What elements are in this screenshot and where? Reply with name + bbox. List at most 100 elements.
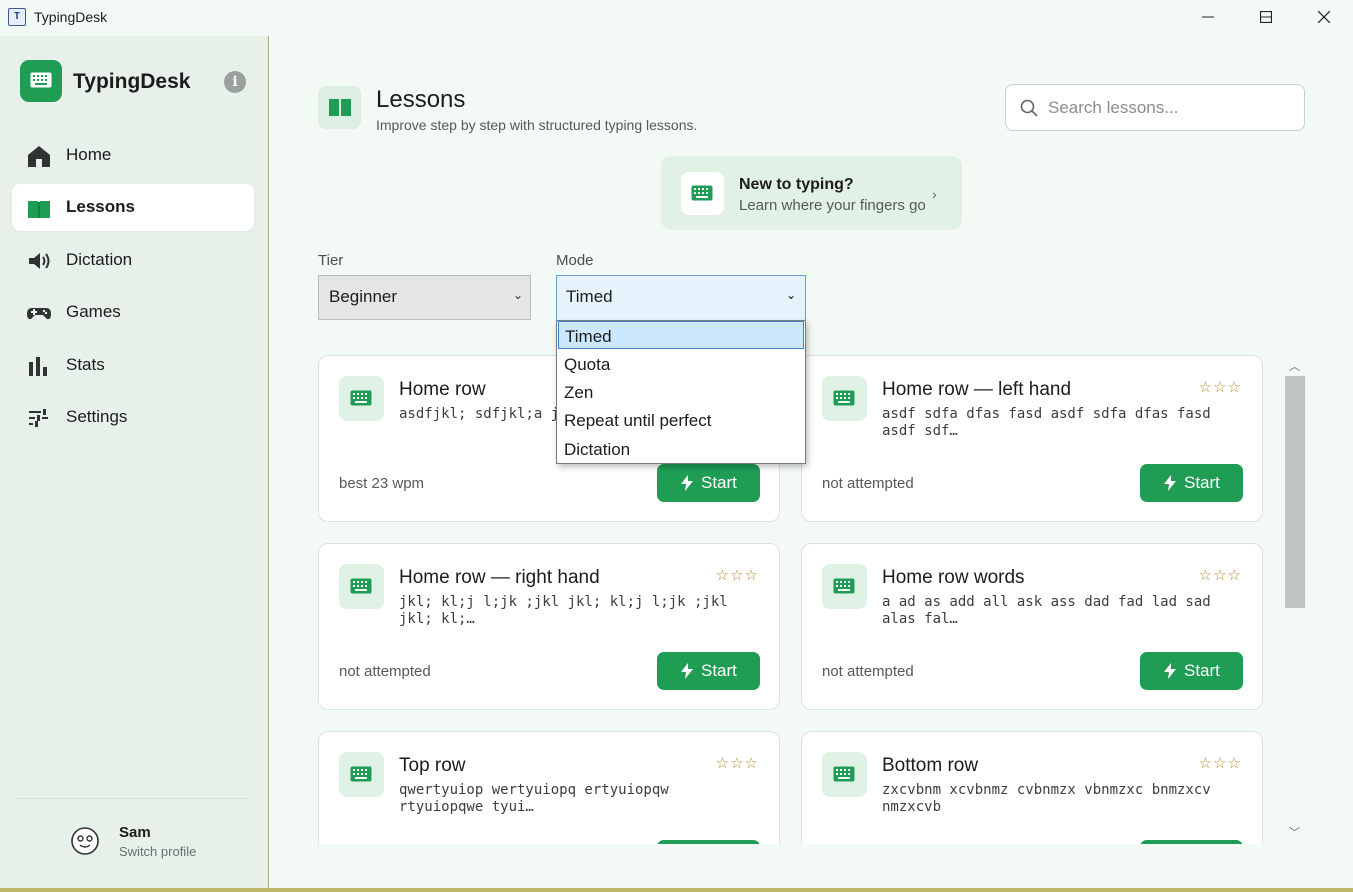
maximize-icon [1260,11,1272,23]
book-icon [329,99,351,116]
sidebar-item-home[interactable]: Home [12,132,254,179]
lesson-preview: a ad as add all ask ass dad fad lad sad … [882,594,1211,627]
speaker-icon [29,253,50,269]
chevron-right-icon: › [932,186,937,202]
minimize-icon [1202,16,1214,18]
search-box[interactable] [1005,84,1305,131]
mode-option-zen[interactable]: Zen [558,378,804,406]
sidebar-item-label: Settings [66,407,128,426]
main-content: Lessons Improve step by step with struct… [269,36,1353,844]
keyboard-icon [691,185,713,201]
sidebar-item-settings[interactable]: Settings [12,394,254,441]
profile-name: Sam [119,824,151,841]
lesson-preview: qwertyuiop wertyuiopq ertyuiopqw rtyuiop… [399,782,669,815]
star-rating: ☆☆☆ [1198,567,1242,584]
option-label: Dictation [564,440,631,459]
star-rating: ☆☆☆ [715,755,759,772]
lesson-preview: asdf sdfa dfas fasd asdf sdfa dfas fasd … [882,406,1211,439]
search-input[interactable] [1048,95,1288,121]
sidebar-item-lessons[interactable]: Lessons [12,184,254,231]
brand-logo [20,60,62,102]
sidebar-item-games[interactable]: Games [12,289,254,336]
mode-option-timed[interactable]: Timed [558,321,804,349]
title-bar: T TypingDesk [0,0,1353,36]
promo-subtitle: Learn where your fingers go [739,197,926,214]
lesson-card[interactable]: Home row words ☆☆☆ a ad as add all ask ass… [801,543,1263,710]
start-label: Start [1184,473,1220,492]
lesson-title: Top row [399,755,466,776]
sidebar-item-dictation[interactable]: Dictation [12,237,254,284]
mode-option-quota[interactable]: Quota [558,350,804,378]
start-label: Start [701,661,737,680]
lesson-card[interactable]: Home row — left hand ☆☆☆ asdf sdfa dfas fa… [801,355,1263,522]
lesson-status: not attempted [822,663,914,680]
option-label: Zen [564,383,594,402]
keyboard-icon [833,766,855,782]
sidebar-item-label: Games [66,302,121,321]
start-button[interactable]: Start [1140,464,1243,502]
switch-profile-link[interactable]: Switch profile [119,844,196,859]
start-button[interactable]: Start [657,652,760,690]
page-subtitle: Improve step by step with structured typ… [376,117,698,133]
start-button[interactable]: Start [1140,652,1243,690]
window-title: TypingDesk [34,9,108,25]
lesson-card[interactable]: Bottom row ☆☆☆ zxcvbnm xcvbnmz cvbnmzx vbn… [801,731,1263,844]
scrollbar[interactable]: ︿ ﹀ [1285,358,1305,844]
keyboard-icon [833,578,855,594]
option-label: Repeat until perfect [564,411,712,430]
gamepad-icon [27,308,51,320]
mode-select[interactable]: Timed ⌄ [556,275,806,321]
chevron-down-icon: ⌄ [786,288,797,302]
sidebar: TypingDesk i Home Lessons Dictation Game… [0,36,268,888]
minimize-button-2[interactable] [1179,0,1237,34]
new-to-typing-card[interactable]: New to typing? Learn where your fingers … [661,156,962,230]
mode-dropdown-menu: Timed Quota Zen Repeat until perfect Dic… [556,320,806,464]
keyboard-icon [350,578,372,594]
page-icon [318,86,361,129]
lesson-icon [822,752,867,797]
chevron-down-icon: ⌄ [513,288,524,302]
star-rating: ☆☆☆ [1198,379,1242,396]
lesson-title: Home row — right hand [399,567,600,588]
mode-value: Timed [566,287,613,306]
lesson-preview: jkl; kl;j l;jk ;jkl jkl; kl;j l;jk ;jkl … [399,594,728,627]
lesson-title: Home row [399,379,486,400]
info-icon[interactable]: i [224,71,246,93]
mode-option-repeat[interactable]: Repeat until perfect [558,406,804,434]
lightning-icon [681,663,693,679]
lightning-icon [1164,663,1176,679]
close-button[interactable] [1295,0,1353,34]
lesson-icon [339,564,384,609]
app-icon: T [8,8,26,26]
lesson-preview: zxcvbnm xcvbnmz cvbnmzx vbnmzxc bnmzxcv … [882,782,1211,815]
start-button[interactable]: Start [657,464,760,502]
keyboard-icon [350,766,372,782]
lesson-title: Home row words [882,567,1025,588]
star-rating: ☆☆☆ [1198,755,1242,772]
scroll-thumb[interactable] [1285,376,1305,608]
keyboard-icon [350,390,372,406]
promo-icon [681,172,724,215]
page-title: Lessons [376,86,466,113]
star-rating: ☆☆☆ [715,567,759,584]
brand-name: TypingDesk [73,70,191,93]
lesson-card[interactable]: Home row — right hand ☆☆☆ jkl; kl;j l;jk ;… [318,543,780,710]
lesson-icon [339,752,384,797]
home-icon [28,146,50,167]
start-label: Start [1184,661,1220,680]
close-icon [1318,11,1330,23]
scroll-up-icon[interactable]: ︿ [1289,358,1300,374]
sidebar-item-stats[interactable]: Stats [12,342,254,389]
mode-option-dictation[interactable]: Dictation [558,435,804,463]
keyboard-icon [30,72,52,88]
maximize-button[interactable] [1237,0,1295,34]
option-label: Timed [565,327,612,346]
keyboard-icon [833,390,855,406]
scroll-down-icon[interactable]: ﹀ [1289,824,1300,840]
lesson-card[interactable]: Top row ☆☆☆ qwertyuiop wertyuiopq ertyuiop… [318,731,780,844]
start-label: Start [701,473,737,492]
book-icon [28,201,50,218]
tier-select[interactable]: Beginner ⌄ [318,275,531,320]
avatar[interactable] [70,826,100,856]
promo-title: New to typing? [739,176,854,193]
